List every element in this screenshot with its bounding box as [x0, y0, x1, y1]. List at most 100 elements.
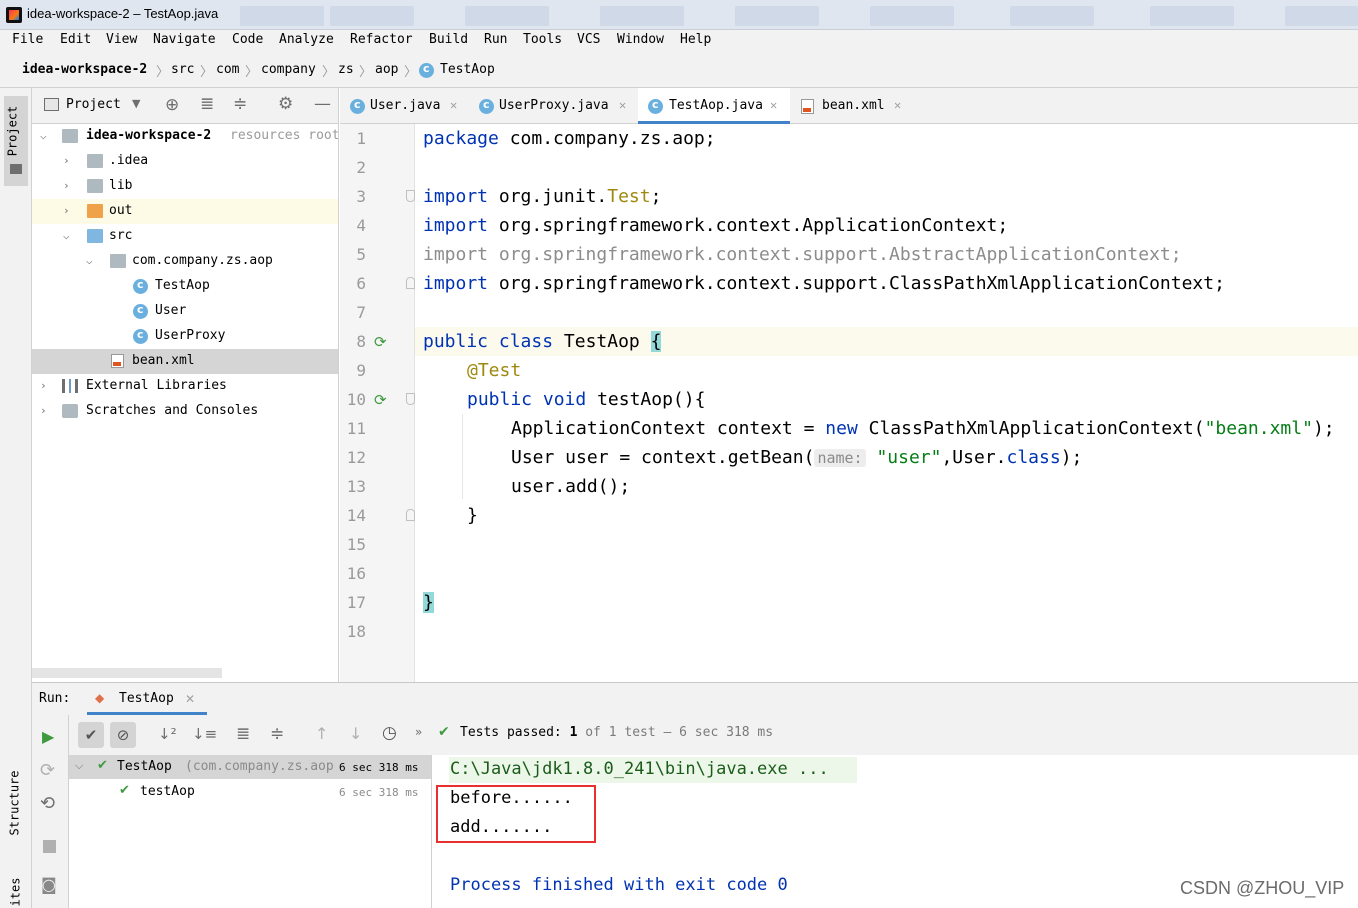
tree-item-beanxml[interactable]: bean.xml — [32, 349, 338, 374]
taskbar-tab[interactable] — [735, 6, 819, 26]
collapse-all-icon[interactable]: ≑ — [233, 94, 247, 114]
taskbar-tab[interactable] — [330, 6, 414, 26]
test-row-class[interactable]: ⌵ ✔ TestAop (com.company.zs.aop 6 sec 31… — [69, 755, 431, 779]
tab-userproxy-java[interactable]: UserProxy.java ✕ — [469, 88, 637, 124]
chevron-down-icon[interactable]: ⌵ — [86, 254, 96, 267]
tree-item-external-libraries[interactable]: › External Libraries — [32, 374, 338, 399]
taskbar-tab[interactable] — [465, 6, 549, 26]
breadcrumb-aop[interactable]: aop — [375, 62, 398, 77]
line-number: 10 — [346, 390, 366, 409]
close-icon[interactable]: ✕ — [450, 98, 457, 112]
tab-project-vertical[interactable]: Project — [4, 96, 28, 186]
show-passed-toggle[interactable]: ✔ — [78, 722, 104, 748]
run-test-class-icon[interactable]: ⟳ — [374, 333, 387, 351]
locate-icon[interactable]: ⊕ — [165, 95, 179, 115]
menu-navigate[interactable]: Navigate — [153, 32, 216, 47]
collapse-all-icon[interactable]: ≑ — [270, 724, 284, 744]
chevron-down-icon[interactable]: ▼ — [132, 97, 140, 110]
menu-vcs[interactable]: VCS — [577, 32, 600, 47]
code-editor[interactable]: package com.company.zs.aop; import org.j… — [415, 124, 1358, 682]
left-tool-stripe: Project Structure ites — [0, 88, 32, 908]
expand-all-icon[interactable]: ≣ — [200, 94, 214, 114]
project-panel-title[interactable]: Project — [66, 97, 121, 112]
test-row-method[interactable]: ✔ testAop 6 sec 318 ms — [69, 780, 431, 804]
rerun-icon[interactable]: ▶ — [42, 727, 54, 746]
tab-user-java[interactable]: User.java ✕ — [340, 88, 468, 124]
close-icon[interactable]: ✕ — [185, 692, 195, 706]
close-icon[interactable]: ✕ — [619, 98, 626, 112]
run-test-method-icon[interactable]: ⟳ — [374, 391, 387, 409]
tree-item-userproxy[interactable]: UserProxy — [32, 324, 338, 349]
chevron-down-icon[interactable]: ⌵ — [63, 229, 73, 242]
tab-testaop-java[interactable]: TestAop.java ✕ — [638, 88, 790, 124]
tree-item-user[interactable]: User — [32, 299, 338, 324]
fold-icon[interactable] — [406, 277, 415, 289]
chevron-right-icon[interactable]: › — [40, 379, 50, 392]
run-tab-testaop[interactable]: ◆ TestAop ✕ — [87, 683, 207, 715]
taskbar-tab[interactable] — [1010, 6, 1094, 26]
toggle-auto-test-icon[interactable]: ⟲ — [40, 793, 55, 814]
tree-item-scratches[interactable]: › Scratches and Consoles — [32, 399, 338, 424]
expand-all-icon[interactable]: ≣ — [236, 724, 250, 744]
horizontal-scrollbar[interactable] — [32, 668, 222, 678]
tree-item-lib[interactable]: › lib — [32, 174, 338, 199]
fold-icon[interactable] — [406, 509, 415, 521]
chevron-right-icon[interactable]: › — [63, 204, 73, 217]
breadcrumb-project[interactable]: idea-workspace-2 — [22, 62, 147, 77]
menu-code[interactable]: Code — [232, 32, 263, 47]
menu-build[interactable]: Build — [429, 32, 468, 47]
breadcrumb-company[interactable]: company — [261, 62, 316, 77]
tree-item-out[interactable]: › out — [32, 199, 338, 224]
more-icon[interactable]: » — [415, 725, 422, 739]
chevron-right-icon[interactable]: › — [63, 154, 73, 167]
tree-item-idea[interactable]: › .idea — [32, 149, 338, 174]
fold-icon[interactable] — [406, 393, 415, 405]
taskbar-tab[interactable] — [240, 6, 324, 26]
stop-icon[interactable] — [43, 840, 56, 853]
breadcrumb-testaop[interactable]: TestAop — [440, 62, 495, 77]
close-icon[interactable]: ✕ — [770, 98, 777, 112]
taskbar-tab[interactable] — [600, 6, 684, 26]
menu-window[interactable]: Window — [617, 32, 664, 47]
chevron-down-icon[interactable]: ⌵ — [40, 129, 50, 142]
fold-icon[interactable] — [406, 190, 415, 202]
close-icon[interactable]: ✕ — [894, 98, 901, 112]
tree-item-testaop[interactable]: TestAop — [32, 274, 338, 299]
tree-root[interactable]: ⌵ idea-workspace-2 resources root — [32, 124, 338, 149]
menu-view[interactable]: View — [106, 32, 137, 47]
chevron-right-icon[interactable]: › — [63, 179, 73, 192]
sort-alphabetically-icon[interactable]: ↓² — [158, 725, 177, 743]
chevron-right-icon[interactable]: › — [40, 404, 50, 417]
gear-icon[interactable]: ⚙ — [278, 94, 293, 114]
taskbar-tab[interactable] — [1150, 6, 1234, 26]
menu-file[interactable]: File — [12, 32, 43, 47]
breadcrumb-com[interactable]: com — [216, 62, 239, 77]
minimize-icon[interactable]: — — [314, 94, 331, 114]
next-failed-icon[interactable]: ↓ — [349, 724, 362, 743]
rerun-failed-icon[interactable]: ⟳ — [40, 760, 55, 781]
camera-icon[interactable]: ◙ — [41, 875, 57, 894]
status-prefix: Tests passed: — [460, 725, 562, 740]
class-icon — [419, 62, 434, 78]
chevron-down-icon[interactable]: ⌵ — [75, 759, 83, 773]
taskbar-tab[interactable] — [1285, 6, 1358, 26]
tab-favorites-vertical[interactable]: ites — [4, 873, 28, 908]
menu-refactor[interactable]: Refactor — [350, 32, 413, 47]
breadcrumb-src[interactable]: src — [171, 62, 194, 77]
test-history-icon[interactable]: ◷ — [382, 723, 397, 743]
menu-edit[interactable]: Edit — [60, 32, 91, 47]
tab-structure-vertical[interactable]: Structure — [4, 768, 28, 858]
breadcrumb-zs[interactable]: zs — [338, 62, 354, 77]
tab-bean-xml[interactable]: bean.xml ✕ — [791, 88, 917, 124]
menu-tools[interactable]: Tools — [523, 32, 562, 47]
menu-help[interactable]: Help — [680, 32, 711, 47]
previous-failed-icon[interactable]: ↑ — [315, 724, 328, 743]
taskbar-tab[interactable] — [870, 6, 954, 26]
editor-gutter[interactable]: 1 2 3 4 5 6 7 8 9 10 11 12 13 14 15 16 1… — [340, 124, 415, 682]
menu-run[interactable]: Run — [484, 32, 507, 47]
tree-item-src[interactable]: ⌵ src — [32, 224, 338, 249]
sort-by-duration-icon[interactable]: ↓≡ — [192, 725, 217, 743]
show-ignored-toggle[interactable]: ⊘ — [110, 722, 136, 748]
tree-item-package[interactable]: ⌵ com.company.zs.aop — [32, 249, 338, 274]
menu-analyze[interactable]: Analyze — [279, 32, 334, 47]
